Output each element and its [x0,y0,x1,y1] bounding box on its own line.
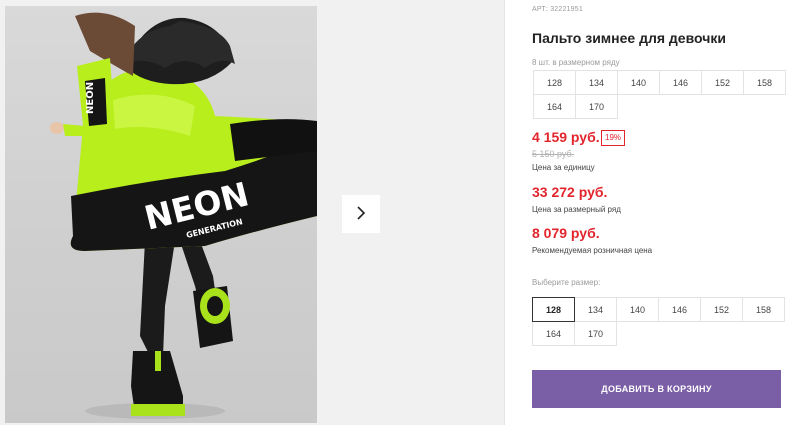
product-photo: NEON GENERATION NEON [5,6,317,423]
range-size-cell: 158 [743,70,786,95]
size-range-grid: 128 134 140 146 152 158 164 170 [533,70,786,119]
gallery-divider [504,0,505,425]
retail-price: 8 079 руб. [532,225,600,241]
size-option[interactable]: 158 [742,297,785,322]
range-size-cell: 152 [701,70,744,95]
size-option[interactable]: 170 [574,321,617,346]
size-range-caption: 8 шт. в размерном ряду [532,58,620,67]
unit-price-caption: Цена за единицу [532,163,595,172]
product-article: АРТ: 32221951 [532,6,583,13]
size-option[interactable]: 146 [658,297,701,322]
size-option[interactable]: 140 [616,297,659,322]
chevron-right-icon [355,205,367,224]
range-size-cell: 146 [659,70,702,95]
retail-price-caption: Рекомендуемая розничная цена [532,246,653,255]
size-selector: 128 134 140 146 152 158 164 170 [532,297,785,346]
size-option[interactable]: 164 [532,321,575,346]
gallery-next-button[interactable] [342,195,380,233]
size-option-selected[interactable]: 128 [532,297,575,322]
girl-in-neon-coat-illustration: NEON GENERATION NEON [50,12,317,419]
size-option[interactable]: 152 [700,297,743,322]
old-price: 5 150 руб. [532,149,575,159]
range-size-cell: 170 [575,94,618,119]
range-size-cell: 128 [533,70,576,95]
unit-price: 4 159 руб. [532,129,600,145]
size-option[interactable]: 134 [574,297,617,322]
range-price: 33 272 руб. [532,184,608,200]
sleeve-print-text: NEON [85,82,96,114]
range-price-caption: Цена за размерный ряд [532,205,621,214]
choose-size-caption: Выберите размер: [532,278,601,287]
discount-badge: 19% [601,130,626,146]
product-page: NEON GENERATION NEON АРТ: 32221951 Пальт… [0,0,800,425]
range-size-cell: 134 [575,70,618,95]
product-title: Пальто зимнее для девочки [532,30,726,46]
product-gallery: NEON GENERATION NEON [0,0,505,425]
range-size-cell: 164 [533,94,576,119]
add-to-cart-button[interactable]: ДОБАВИТЬ В КОРЗИНУ [532,370,781,408]
range-size-cell: 140 [617,70,660,95]
